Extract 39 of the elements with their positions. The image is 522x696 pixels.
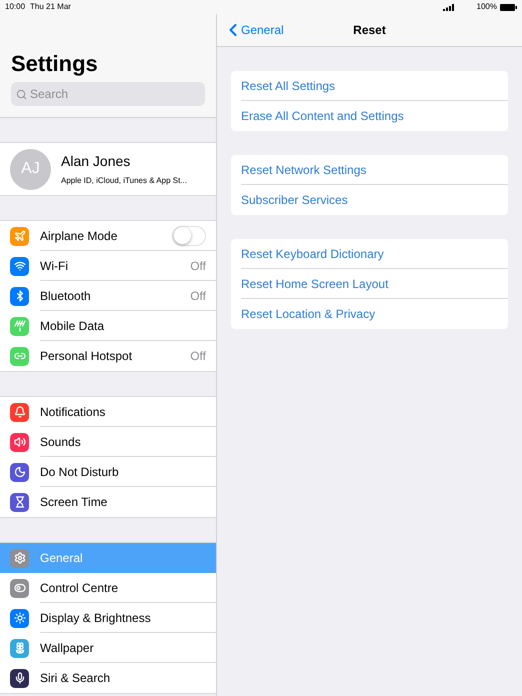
row-label: Wallpaper — [40, 640, 95, 656]
row-label: Display & Brightness — [40, 610, 152, 626]
search-icon — [16, 88, 27, 100]
battery-icon — [500, 4, 517, 10]
toggle-switch[interactable] — [172, 226, 206, 246]
row-label: Personal Hotspot — [40, 348, 134, 365]
avatar: AJ — [10, 148, 51, 190]
row-label: Siri & Search — [40, 670, 112, 687]
signal-icon — [442, 4, 455, 10]
reset-option[interactable]: Reset Keyboard Dictionary — [241, 239, 508, 269]
reset-option[interactable]: Reset Location & Privacy — [241, 299, 508, 329]
row-value: Off — [190, 288, 206, 304]
row-label: Screen Time — [40, 494, 108, 511]
row-label: Airplane Mode — [40, 228, 118, 244]
row-label: General — [40, 550, 84, 567]
reset-option[interactable]: Erase All Content and Settings — [241, 101, 508, 131]
page-title: Reset — [353, 22, 386, 39]
row-value: Off — [190, 348, 206, 365]
row-label: Sounds — [40, 434, 82, 450]
battery-percent: 100% — [476, 1, 497, 13]
profile-subtitle: Apple ID, iCloud, iTunes & App St... — [61, 175, 187, 187]
reset-option[interactable]: Reset All Settings — [241, 71, 508, 101]
status-date: Thu 21 Mar — [30, 1, 71, 13]
reset-option[interactable]: Subscriber Services — [241, 185, 508, 215]
row-label: Control Centre — [40, 580, 120, 596]
search-field[interactable]: Search — [11, 82, 205, 106]
reset-option[interactable]: Reset Network Settings — [241, 155, 508, 185]
row-label: Mobile Data — [40, 318, 106, 334]
back-button[interactable]: General — [223, 20, 284, 40]
reset-option[interactable]: Reset Home Screen Layout — [241, 269, 508, 299]
settings-title: Settings — [11, 50, 99, 78]
row-label: Do Not Disturb — [40, 464, 120, 480]
profile-row[interactable]: AJ Alan Jones Apple ID, iCloud, iTunes & App St... — [0, 142, 216, 196]
row-value: Off — [190, 258, 206, 274]
status-time: 10:00 — [5, 1, 26, 13]
row-label: Notifications — [40, 404, 106, 420]
row-label: Bluetooth — [40, 288, 92, 304]
row-label: Wi-Fi — [40, 258, 69, 274]
profile-name: Alan Jones — [61, 152, 132, 171]
